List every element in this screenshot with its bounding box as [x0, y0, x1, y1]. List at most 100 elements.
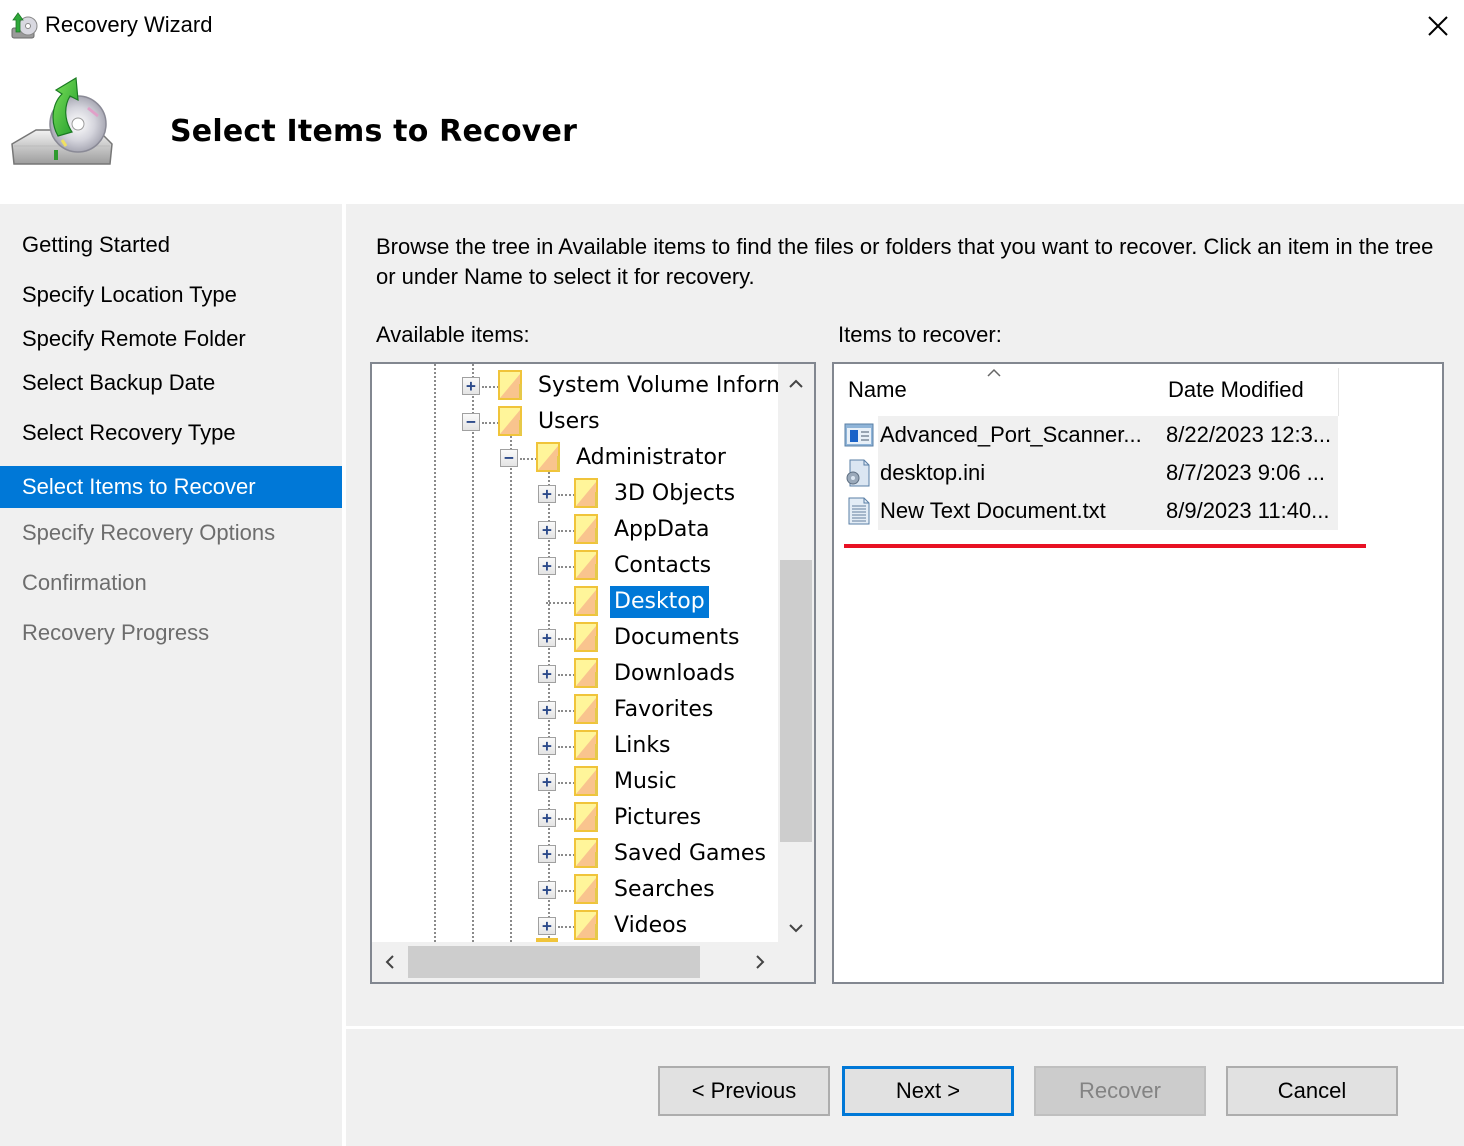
- sidebar-item-select-backup-date[interactable]: Select Backup Date: [0, 362, 342, 404]
- items-to-recover-label: Items to recover:: [838, 322, 1002, 347]
- tree-node-label[interactable]: Desktop: [610, 586, 709, 618]
- settings-file-icon: [846, 459, 870, 487]
- collapse-icon[interactable]: −: [500, 449, 518, 467]
- tree-node-label[interactable]: Users: [534, 406, 604, 438]
- tree-node-label[interactable]: 3D Objects: [610, 478, 739, 510]
- sort-ascending-icon: [987, 368, 1001, 377]
- tree-node-label[interactable]: System Volume Inform: [534, 370, 778, 402]
- tree-node[interactable]: + System Volume Inform: [372, 368, 778, 404]
- column-header-date-label: Date Modified: [1168, 377, 1304, 402]
- expand-icon[interactable]: +: [538, 521, 556, 539]
- tree-node[interactable]: + Pictures: [372, 800, 778, 836]
- file-date-modified: 8/7/2023 9:06 ...: [1166, 460, 1326, 485]
- tree-node-label[interactable]: Downloads: [610, 658, 739, 690]
- expand-icon[interactable]: +: [538, 881, 556, 899]
- expand-icon[interactable]: +: [538, 917, 556, 935]
- tree-node-label[interactable]: Music: [610, 766, 681, 798]
- application-icon: [844, 423, 874, 447]
- expand-icon[interactable]: +: [538, 809, 556, 827]
- close-icon: [1428, 16, 1448, 36]
- tree-node[interactable]: + AppData: [372, 512, 778, 548]
- expand-icon[interactable]: +: [462, 377, 480, 395]
- folder-icon: [498, 406, 524, 436]
- tree-node-label[interactable]: Documents: [610, 622, 743, 654]
- tree-node[interactable]: + Favorites: [372, 692, 778, 728]
- sidebar-item-specify-location-type[interactable]: Specify Location Type: [0, 274, 342, 316]
- file-name: Advanced_Port_Scanner...: [880, 422, 1142, 447]
- list-item[interactable]: New Text Document.txt 8/9/2023 11:40...: [834, 492, 1344, 530]
- tree-node-label[interactable]: Contacts: [610, 550, 715, 582]
- tree-node-label[interactable]: Searches: [610, 874, 719, 906]
- wizard-content: Browse the tree in Available items to fi…: [346, 204, 1464, 1146]
- list-item[interactable]: Advanced_Port_Scanner... 8/22/2023 12:3.…: [834, 416, 1344, 454]
- cancel-button[interactable]: Cancel: [1226, 1066, 1398, 1116]
- tree-node-label[interactable]: Links: [610, 730, 675, 762]
- backup-drive-recovery-icon: [11, 76, 113, 165]
- tree-node-label[interactable]: Saved Games: [610, 838, 770, 870]
- expand-icon[interactable]: +: [538, 557, 556, 575]
- recover-button: Recover: [1034, 1066, 1206, 1116]
- folder-icon: [574, 622, 600, 652]
- tree-node[interactable]: − Administrator: [372, 440, 778, 476]
- tree-node[interactable]: + Music: [372, 764, 778, 800]
- tree-node[interactable]: +3D Objects: [372, 476, 778, 512]
- tree-node[interactable]: + Saved Games: [372, 836, 778, 872]
- expand-icon[interactable]: +: [538, 845, 556, 863]
- close-button[interactable]: [1418, 8, 1458, 44]
- expand-icon[interactable]: +: [538, 665, 556, 683]
- tree-node[interactable]: + Documents: [372, 620, 778, 656]
- tree-horizontal-scroll-thumb[interactable]: [408, 946, 700, 978]
- previous-button[interactable]: < Previous: [658, 1066, 830, 1116]
- tree-node[interactable]: − Users: [372, 404, 778, 440]
- tree-node-label[interactable]: Favorites: [610, 694, 717, 726]
- sidebar-item-recovery-progress: Recovery Progress: [22, 620, 210, 645]
- sidebar-item-specify-recovery-options: Specify Recovery Options: [22, 520, 276, 545]
- tree-vertical-scrollbar[interactable]: [778, 364, 814, 942]
- scroll-up-arrow-icon[interactable]: [778, 366, 814, 402]
- folder-icon: [574, 766, 600, 796]
- scroll-left-arrow-icon[interactable]: [372, 944, 408, 980]
- window-title: Recovery Wizard: [45, 12, 213, 37]
- tree-node[interactable]: + Videos: [372, 908, 778, 942]
- tree-node[interactable]: + Contacts: [372, 548, 778, 584]
- next-button[interactable]: Next >: [842, 1066, 1014, 1116]
- tree-node[interactable]: + Links: [372, 728, 778, 764]
- tree-horizontal-scrollbar[interactable]: [372, 942, 814, 982]
- tree-node-label[interactable]: Administrator: [572, 442, 730, 474]
- file-name: desktop.ini: [880, 460, 986, 485]
- collapse-icon[interactable]: −: [462, 413, 480, 431]
- tree-node[interactable]: Desktop: [372, 584, 778, 620]
- text-file-icon: [848, 497, 870, 525]
- scroll-down-arrow-icon[interactable]: [778, 910, 814, 946]
- tree-node[interactable]: + Downloads: [372, 656, 778, 692]
- footer-separator: [346, 1026, 1464, 1029]
- folder-icon: [574, 802, 600, 832]
- expand-icon[interactable]: +: [538, 773, 556, 791]
- folder-icon: [574, 838, 600, 868]
- tree-node-label[interactable]: Pictures: [610, 802, 705, 834]
- folder-icon: [574, 658, 600, 688]
- scroll-right-arrow-icon[interactable]: [742, 944, 778, 980]
- folder-icon: [574, 478, 600, 508]
- expand-icon[interactable]: +: [538, 485, 556, 503]
- available-items-tree[interactable]: + System Volume Inform − Users − Administrato…: [370, 362, 816, 984]
- sidebar-item-select-recovery-type[interactable]: Select Recovery Type: [0, 412, 342, 454]
- items-to-recover-list[interactable]: Name Date Modified Advanced_Port_Scanner…: [832, 362, 1444, 984]
- column-header-date-modified[interactable]: Date Modified: [1154, 364, 1338, 416]
- column-separator[interactable]: [1338, 368, 1339, 416]
- folder-icon: [574, 550, 600, 580]
- tree-vertical-scroll-thumb[interactable]: [780, 560, 812, 842]
- expand-icon[interactable]: +: [538, 629, 556, 647]
- expand-icon[interactable]: +: [538, 701, 556, 719]
- list-item[interactable]: desktop.ini 8/7/2023 9:06 ...: [834, 454, 1344, 492]
- tree-viewport: + System Volume Inform − Users − Administrato…: [372, 364, 778, 942]
- tree-node[interactable]: + Searches: [372, 872, 778, 908]
- sidebar-item-select-items-to-recover[interactable]: Select Items to Recover: [0, 466, 342, 508]
- tree-node-label[interactable]: Videos: [610, 910, 691, 942]
- expand-icon[interactable]: +: [538, 737, 556, 755]
- sidebar-item-specify-remote-folder[interactable]: Specify Remote Folder: [0, 318, 342, 360]
- tree-node-label[interactable]: AppData: [610, 514, 714, 546]
- folder-icon: [574, 586, 600, 616]
- sidebar-item-getting-started[interactable]: Getting Started: [0, 224, 342, 266]
- instructions-text: Browse the tree in Available items to fi…: [376, 234, 1434, 289]
